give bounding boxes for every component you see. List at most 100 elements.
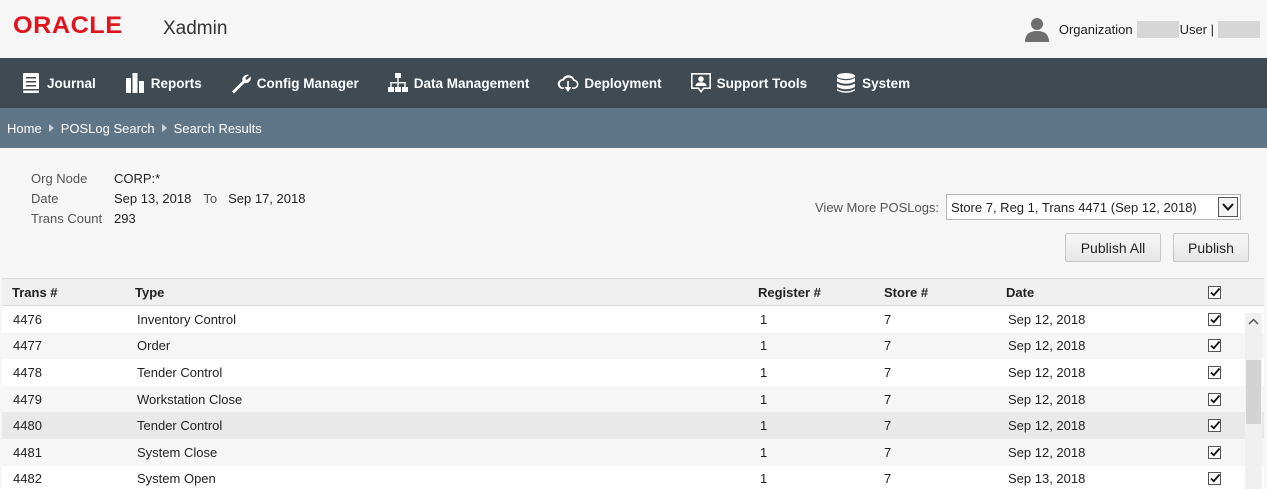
- table-row[interactable]: 4477 Order 1 7 Sep 12, 2018: [2, 332, 1264, 360]
- cell-date: Sep 12, 2018: [1008, 418, 1086, 434]
- cell-store: 7: [884, 338, 892, 354]
- header-date[interactable]: Date: [994, 285, 1194, 300]
- cell-register: 1: [760, 471, 768, 487]
- cloud-download-icon: [558, 75, 579, 92]
- cell-date: Sep 12, 2018: [1008, 444, 1086, 460]
- cell-date: Sep 12, 2018: [1008, 391, 1086, 407]
- cell-register: 1: [760, 418, 768, 434]
- user-area[interactable]: Organization User |: [1024, 16, 1261, 42]
- results-table: Trans # Type Register # Store # Date 447…: [2, 278, 1264, 489]
- cell-store: 7: [884, 391, 892, 407]
- support-person-icon: [690, 73, 711, 93]
- cell-trans: 4477: [13, 338, 42, 354]
- date-to-value: Sep 17, 2018: [228, 190, 306, 206]
- cell-trans: 4479: [13, 391, 42, 407]
- header-type[interactable]: Type: [126, 285, 746, 300]
- breadcrumb-poslog-search[interactable]: POSLog Search: [61, 121, 155, 136]
- journal-icon: [23, 73, 39, 93]
- date-from-value: Sep 13, 2018: [114, 190, 192, 206]
- date-label: Date: [31, 190, 59, 206]
- nav-config-manager[interactable]: Config Manager: [230, 58, 359, 108]
- row-checkbox[interactable]: [1201, 312, 1227, 326]
- cell-date: Sep 12, 2018: [1008, 311, 1086, 327]
- cell-type: Workstation Close: [137, 391, 243, 407]
- cell-store: 7: [884, 418, 892, 434]
- cell-register: 1: [760, 444, 768, 460]
- nav-system-label: System: [862, 75, 911, 91]
- header-register[interactable]: Register #: [746, 285, 870, 300]
- criteria-trans-count: Trans Count 293: [31, 208, 305, 228]
- cell-type: System Close: [137, 444, 218, 460]
- date-to-label: To: [203, 190, 218, 206]
- row-checkbox[interactable]: [1201, 339, 1227, 353]
- org-node-label: Org Node: [31, 170, 88, 186]
- criteria-org-node: Org Node CORP:*: [31, 168, 305, 188]
- publish-button[interactable]: Publish: [1173, 233, 1249, 262]
- cell-register: 1: [760, 338, 768, 354]
- table-row[interactable]: 4476 Inventory Control 1 7 Sep 12, 2018: [2, 306, 1264, 333]
- cell-store: 7: [884, 444, 892, 460]
- criteria-date: Date Sep 13, 2018 To Sep 17, 2018: [31, 188, 305, 208]
- table-header: Trans # Type Register # Store # Date: [2, 278, 1264, 306]
- app-header: ORACLE Xadmin Organization User |: [0, 0, 1267, 58]
- scroll-thumb[interactable]: [1246, 360, 1261, 424]
- nav-reports-label: Reports: [150, 75, 202, 91]
- sitemap-icon: [387, 73, 408, 92]
- app-name: Xadmin: [163, 18, 228, 39]
- breadcrumb-search-results: Search Results: [173, 120, 262, 136]
- nav-support-tools[interactable]: Support Tools: [690, 58, 808, 108]
- nav-journal-label: Journal: [47, 75, 96, 91]
- table-row[interactable]: 4482 System Open 1 7 Sep 13, 2018: [2, 465, 1264, 489]
- select-all-checkbox[interactable]: [1201, 285, 1227, 299]
- organization-label: Organization: [1058, 21, 1133, 37]
- cell-trans: 4480: [13, 418, 42, 434]
- table-scrollbar[interactable]: [1245, 313, 1262, 489]
- redacted-user: [1218, 20, 1260, 38]
- trans-count-value: 293: [114, 210, 136, 226]
- cell-date: Sep 13, 2018: [1008, 471, 1086, 487]
- breadcrumb-home[interactable]: Home: [7, 121, 42, 136]
- oracle-logo: ORACLE: [13, 12, 123, 39]
- row-checkbox[interactable]: [1201, 365, 1227, 379]
- row-checkbox[interactable]: [1201, 445, 1227, 459]
- cell-register: 1: [760, 311, 768, 327]
- breadcrumb-separator-icon: [161, 124, 167, 132]
- cell-store: 7: [884, 311, 892, 327]
- table-row[interactable]: 4481 System Close 1 7 Sep 12, 2018: [2, 438, 1264, 466]
- nav-support-tools-label: Support Tools: [716, 75, 808, 91]
- publish-all-button[interactable]: Publish All: [1065, 233, 1161, 262]
- database-icon: [837, 73, 856, 93]
- table-row[interactable]: 4479 Workstation Close 1 7 Sep 12, 2018: [2, 385, 1264, 413]
- nav-deployment[interactable]: Deployment: [557, 58, 662, 108]
- nav-data-management[interactable]: Data Management: [387, 58, 530, 108]
- nav-data-management-label: Data Management: [413, 75, 530, 91]
- scroll-up-icon[interactable]: [1245, 313, 1262, 330]
- row-checkbox[interactable]: [1201, 472, 1227, 486]
- row-checkbox[interactable]: [1201, 419, 1227, 433]
- view-more-selected-value: Store 7, Reg 1, Trans 4471 (Sep 12, 2018…: [951, 199, 1197, 215]
- header-trans[interactable]: Trans #: [2, 285, 126, 300]
- org-node-value: CORP:*: [114, 170, 161, 186]
- nav-config-manager-label: Config Manager: [256, 75, 359, 91]
- cell-trans: 4482: [13, 471, 42, 487]
- view-more-label: View More POSLogs:: [815, 199, 940, 215]
- cell-trans: 4476: [13, 311, 42, 327]
- cell-register: 1: [760, 391, 768, 407]
- user-icon: [1024, 18, 1049, 42]
- chevron-down-icon[interactable]: [1218, 197, 1239, 217]
- table-row[interactable]: 4478 Tender Control 1 7 Sep 12, 2018: [2, 359, 1264, 386]
- cell-date: Sep 12, 2018: [1008, 364, 1086, 380]
- search-criteria: Org Node CORP:* Date Sep 13, 2018 To Sep…: [31, 168, 305, 228]
- table-row[interactable]: 4480 Tender Control 1 7 Sep 12, 2018: [2, 412, 1264, 439]
- redacted-organization: [1136, 20, 1179, 38]
- row-checkbox[interactable]: [1201, 392, 1227, 406]
- view-more-select[interactable]: Store 7, Reg 1, Trans 4471 (Sep 12, 2018…: [946, 194, 1242, 220]
- nav-system[interactable]: System: [835, 58, 910, 108]
- cell-store: 7: [884, 364, 892, 380]
- breadcrumb-separator-icon: [48, 124, 54, 132]
- cell-type: Tender Control: [137, 364, 223, 380]
- cell-type: System Open: [137, 471, 216, 487]
- nav-reports[interactable]: Reports: [124, 58, 202, 108]
- header-store[interactable]: Store #: [870, 285, 994, 300]
- nav-journal[interactable]: Journal: [20, 58, 96, 108]
